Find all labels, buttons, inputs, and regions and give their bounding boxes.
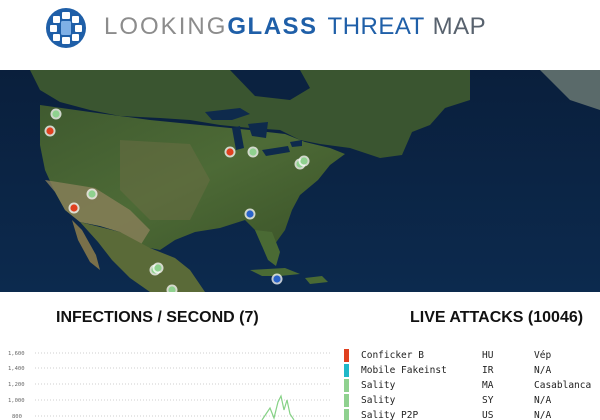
- infection-marker-icon[interactable]: [88, 190, 96, 198]
- attack-name: Sality: [361, 395, 396, 406]
- attack-country: US: [482, 410, 494, 420]
- attack-city: Vép: [534, 350, 552, 361]
- attack-city: Casablanca: [534, 380, 592, 391]
- y-tick-label: 1,000: [8, 398, 25, 404]
- y-tick-label: 1,600: [8, 351, 25, 357]
- y-tick-label: 800: [12, 414, 22, 420]
- attack-color-bar: [344, 409, 349, 420]
- header: LOOKINGGLASS THREAT MAP: [0, 0, 600, 70]
- brand-threat: THREAT: [327, 13, 425, 40]
- infection-marker-icon[interactable]: [300, 157, 308, 165]
- y-tick-label: 1,200: [8, 382, 25, 388]
- attack-row: Conficker B HU Vép: [342, 348, 600, 363]
- attack-row: Sality SY N/A: [342, 393, 600, 408]
- brand-title: LOOKINGGLASS THREAT MAP: [104, 12, 486, 42]
- attack-country: IR: [482, 365, 494, 376]
- infection-marker-icon[interactable]: [226, 148, 234, 156]
- attack-country: MA: [482, 380, 494, 391]
- attack-color-bar: [344, 379, 349, 392]
- attack-name: Sality: [361, 380, 396, 391]
- infection-marker-icon[interactable]: [154, 264, 162, 272]
- attack-name: Mobile Fakeinst: [361, 365, 447, 376]
- live-attacks-list: Conficker B HU Vép Mobile Fakeinst IR N/…: [342, 348, 600, 420]
- infection-marker-icon[interactable]: [246, 210, 254, 218]
- attack-city: N/A: [534, 410, 552, 420]
- attack-name: Sality P2P: [361, 410, 419, 420]
- attack-city: N/A: [534, 365, 552, 376]
- live-attacks-title: LIVE ATTACKS (10046): [410, 309, 584, 326]
- threat-map[interactable]: [0, 70, 600, 292]
- attack-row: Mobile Fakeinst IR N/A: [342, 363, 600, 378]
- infection-marker-icon[interactable]: [46, 127, 54, 135]
- y-tick-label: 1,400: [8, 366, 25, 372]
- infection-marker-icon[interactable]: [70, 204, 78, 212]
- brand-glass: GLASS: [227, 13, 318, 40]
- infections-chart: 1,600 1,400 1,200 1,000 800: [8, 351, 332, 420]
- infections-title: INFECTIONS / SECOND (7): [56, 309, 259, 326]
- infection-marker-icon[interactable]: [273, 275, 281, 283]
- globe-mesh-icon: [46, 8, 86, 48]
- infection-marker-icon[interactable]: [52, 110, 60, 118]
- attack-color-bar: [344, 364, 349, 377]
- attack-row: Sality P2P US N/A: [342, 408, 600, 420]
- attack-row: Sality MA Casablanca: [342, 378, 600, 393]
- brand-map: MAP: [432, 13, 487, 40]
- attack-city: N/A: [534, 395, 552, 406]
- attack-color-bar: [344, 349, 349, 362]
- attack-color-bar: [344, 394, 349, 407]
- attack-country: HU: [482, 350, 494, 361]
- attack-country: SY: [482, 395, 494, 406]
- infection-marker-icon[interactable]: [249, 148, 257, 156]
- attack-name: Conficker B: [361, 350, 424, 361]
- brand-looking: LOOKING: [104, 13, 228, 40]
